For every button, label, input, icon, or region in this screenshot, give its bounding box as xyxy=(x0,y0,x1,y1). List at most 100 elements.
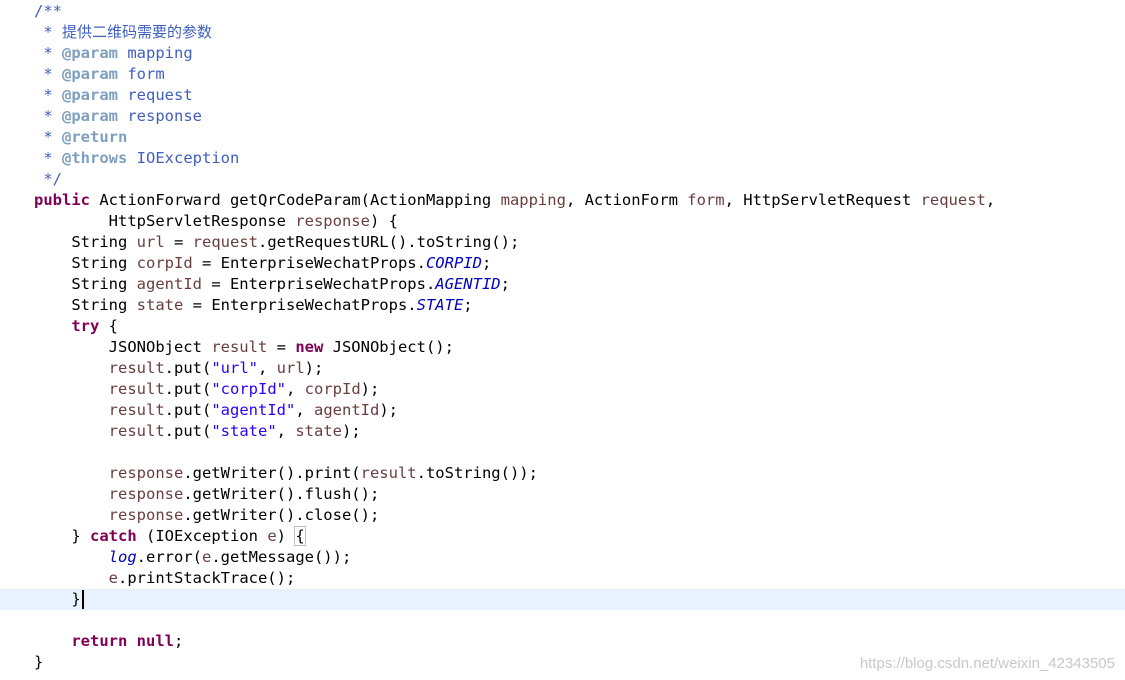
code-line[interactable]: * @param request xyxy=(0,85,1125,106)
code-token: * xyxy=(34,44,62,62)
code-token: @param xyxy=(62,65,118,83)
code-line[interactable]: } catch (IOException e) { xyxy=(0,526,1125,547)
code-token: */ xyxy=(34,170,62,188)
code-line[interactable]: result.put("corpId", corpId); xyxy=(0,379,1125,400)
watermark: https://blog.csdn.net/weixin_42343505 xyxy=(859,655,1115,672)
code-token: form xyxy=(687,191,725,209)
code-token: * xyxy=(34,128,62,146)
code-token: try xyxy=(71,317,100,335)
code-token: , xyxy=(276,422,296,440)
code-line[interactable]: * @return xyxy=(0,127,1125,148)
code-token: new xyxy=(295,338,324,356)
code-token: result xyxy=(108,359,165,377)
code-token: .getWriter().close(); xyxy=(183,506,380,524)
code-token: "corpId" xyxy=(211,380,286,398)
code-token: = EnterpriseWechatProps. xyxy=(183,296,417,314)
code-line[interactable] xyxy=(0,442,1125,463)
code-line[interactable]: String corpId = EnterpriseWechatProps.CO… xyxy=(0,253,1125,274)
code-line-current[interactable]: } xyxy=(0,589,1125,610)
code-token: .error( xyxy=(136,548,202,566)
code-line[interactable]: response.getWriter().flush(); xyxy=(0,484,1125,505)
code-line[interactable]: response.getWriter().close(); xyxy=(0,505,1125,526)
code-token: mapping xyxy=(500,191,566,209)
code-token: , xyxy=(285,380,305,398)
code-token: e xyxy=(267,527,277,545)
code-line[interactable]: result.put("agentId", agentId); xyxy=(0,400,1125,421)
code-token: .put( xyxy=(164,380,212,398)
code-token: result xyxy=(108,422,165,440)
code-token: .put( xyxy=(164,359,212,377)
code-token: request xyxy=(118,86,193,104)
code-token: result xyxy=(360,464,417,482)
code-line[interactable]: * 提供二维码需要的参数 xyxy=(0,22,1125,43)
code-token: (IOException xyxy=(136,527,268,545)
code-token: response xyxy=(108,464,184,482)
code-line[interactable]: /** xyxy=(0,1,1125,22)
code-line[interactable] xyxy=(0,610,1125,631)
code-token: AGENTID xyxy=(435,275,501,293)
code-line[interactable]: */ xyxy=(0,169,1125,190)
code-token: HttpServletResponse xyxy=(34,212,296,230)
code-token: catch xyxy=(90,527,137,545)
code-line[interactable]: public ActionForward getQrCodeParam(Acti… xyxy=(0,190,1125,211)
code-token: String xyxy=(34,296,137,314)
code-token: } xyxy=(34,527,90,545)
code-line[interactable]: * @throws IOException xyxy=(0,148,1125,169)
code-token: "agentId" xyxy=(211,401,296,419)
code-token: request xyxy=(192,233,258,251)
code-token: } xyxy=(34,590,81,608)
code-line[interactable]: String state = EnterpriseWechatProps.STA… xyxy=(0,295,1125,316)
code-token: , xyxy=(258,359,277,377)
code-line[interactable]: log.error(e.getMessage()); xyxy=(0,547,1125,568)
code-token: e xyxy=(201,548,212,566)
code-token: .getWriter().flush(); xyxy=(183,485,380,503)
code-token: = EnterpriseWechatProps. xyxy=(192,254,426,272)
code-line[interactable]: * @param response xyxy=(0,106,1125,127)
code-token: { xyxy=(99,317,118,335)
code-token: request xyxy=(920,191,986,209)
code-token: /** xyxy=(34,2,62,20)
code-token: response xyxy=(108,485,184,503)
code-token: * xyxy=(34,107,62,125)
code-token: String xyxy=(34,233,137,251)
code-token: , HttpServletRequest xyxy=(724,191,921,209)
code-line[interactable]: result.put("url", url); xyxy=(0,358,1125,379)
code-token: String xyxy=(34,275,137,293)
code-token: , xyxy=(295,401,314,419)
code-line[interactable]: e.printStackTrace(); xyxy=(0,568,1125,589)
code-editor[interactable]: /** * 提供二维码需要的参数 * @param mapping * @par… xyxy=(0,0,1125,680)
code-token: * xyxy=(34,86,62,104)
code-token: url xyxy=(136,233,165,251)
code-token: agentId xyxy=(136,275,202,293)
code-token: = xyxy=(267,338,296,356)
code-area[interactable]: /** * 提供二维码需要的参数 * @param mapping * @par… xyxy=(0,0,1125,673)
code-token: log xyxy=(108,548,137,566)
code-token: form xyxy=(118,65,165,83)
code-token: ) { xyxy=(369,212,398,230)
code-token: ); xyxy=(360,380,380,398)
code-line[interactable]: result.put("state", state); xyxy=(0,421,1125,442)
code-token: @param xyxy=(62,44,118,62)
code-line[interactable]: * @param mapping xyxy=(0,43,1125,64)
code-line[interactable]: try { xyxy=(0,316,1125,337)
code-line[interactable]: * @param form xyxy=(0,64,1125,85)
code-token: ; xyxy=(174,632,184,650)
code-token: { xyxy=(294,526,306,546)
code-token: ); xyxy=(379,401,398,419)
code-token: response xyxy=(108,506,184,524)
code-token: state xyxy=(295,422,342,440)
code-line[interactable]: response.getWriter().print(result.toStri… xyxy=(0,463,1125,484)
code-token: .printStackTrace(); xyxy=(118,569,296,587)
code-token: } xyxy=(34,653,44,671)
code-line[interactable]: String agentId = EnterpriseWechatProps.A… xyxy=(0,274,1125,295)
code-line[interactable]: return null; xyxy=(0,631,1125,652)
code-line[interactable]: JSONObject result = new JSONObject(); xyxy=(0,337,1125,358)
code-line[interactable]: String url = request.getRequestURL().toS… xyxy=(0,232,1125,253)
code-line[interactable]: HttpServletResponse response) { xyxy=(0,211,1125,232)
